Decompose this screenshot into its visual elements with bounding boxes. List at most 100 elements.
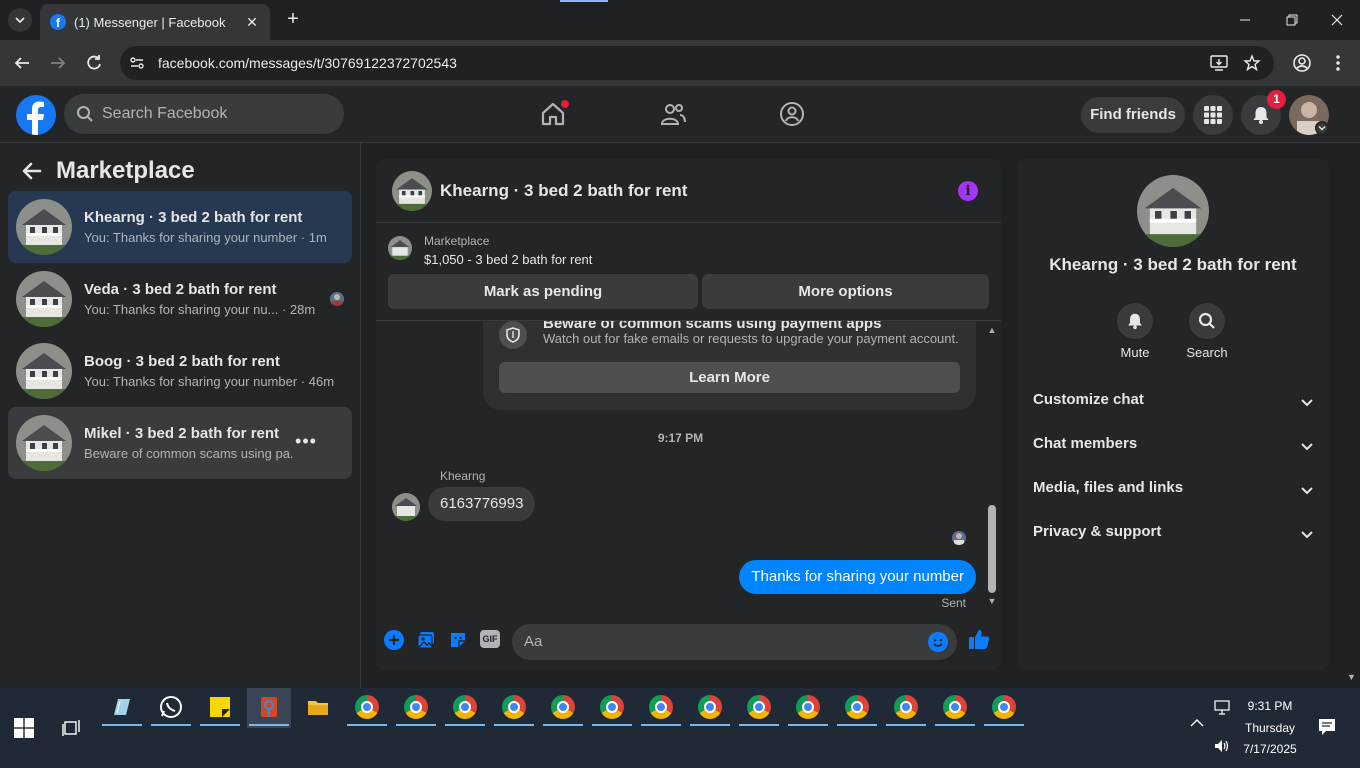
clock-day[interactable]: Thursday	[1238, 721, 1302, 735]
account-chevron-icon[interactable]	[1315, 121, 1329, 135]
conversation-item[interactable]: Veda · 3 bed 2 bath for rent You: Thanks…	[8, 263, 352, 335]
conversation-name: Khearng · 3 bed 2 bath for rent	[84, 209, 303, 226]
facebook-search-bar[interactable]: Search Facebook	[64, 94, 344, 134]
chrome-icon	[943, 695, 967, 719]
tab-title: (1) Messenger | Facebook	[74, 14, 226, 30]
facebook-logo-icon[interactable]	[16, 95, 56, 135]
show-hidden-icons-icon[interactable]	[1190, 718, 1204, 728]
sticker-icon[interactable]	[448, 630, 468, 650]
warning-text: Watch out for fake emails or requests to…	[543, 331, 959, 346]
site-settings-icon[interactable]	[128, 54, 146, 72]
mark-as-pending-button[interactable]: Mark as pending	[388, 274, 698, 309]
message-input[interactable]: Aa	[512, 624, 957, 660]
chat-title[interactable]: Khearng · 3 bed 2 bath for rent	[440, 181, 687, 201]
chat-members-section[interactable]: Chat members	[1033, 435, 1315, 457]
menu-grid-button[interactable]	[1193, 95, 1233, 135]
browser-menu-icon[interactable]	[1330, 53, 1346, 73]
scam-warning-card: Beware of common scams using payment app…	[483, 321, 976, 410]
install-app-icon[interactable]	[1209, 54, 1229, 72]
bookmark-star-icon[interactable]	[1243, 54, 1261, 72]
taskbar-app-file-explorer[interactable]	[296, 688, 340, 728]
groups-icon[interactable]	[778, 100, 806, 128]
tab-close-icon[interactable]: ✕	[244, 14, 260, 31]
url-omnibox[interactable]: facebook.com/messages/t/3076912237270254…	[120, 46, 1274, 80]
conversation-item[interactable]: Khearng · 3 bed 2 bath for rent You: Tha…	[8, 191, 352, 263]
taskbar-app-whatsapp[interactable]	[149, 688, 193, 728]
url-text: facebook.com/messages/t/3076912237270254…	[158, 55, 457, 71]
taskbar-app-chrome[interactable]	[492, 688, 536, 728]
privacy-support-section[interactable]: Privacy & support	[1033, 523, 1315, 545]
back-arrow-icon[interactable]	[20, 159, 44, 183]
thumbs-up-icon[interactable]	[968, 628, 990, 650]
chrome-icon	[453, 695, 477, 719]
back-icon[interactable]	[10, 51, 34, 75]
mute-button[interactable]: Mute	[1105, 303, 1165, 360]
new-tab-button[interactable]: +	[282, 8, 304, 30]
taskbar-app-chrome[interactable]	[933, 688, 977, 728]
taskbar-app-snipping-tool[interactable]	[247, 688, 291, 728]
minimize-icon[interactable]	[1233, 8, 1257, 32]
close-window-icon[interactable]	[1325, 8, 1349, 32]
browser-tab-messenger[interactable]: f (1) Messenger | Facebook ✕	[40, 4, 270, 40]
clock-time[interactable]: 9:31 PM	[1238, 699, 1302, 713]
house-thumbnail	[16, 271, 72, 327]
forward-icon[interactable]	[46, 51, 70, 75]
volume-icon[interactable]	[1213, 738, 1231, 754]
action-center-icon[interactable]	[1318, 718, 1336, 736]
taskbar-app-chrome[interactable]	[394, 688, 438, 728]
task-view-icon[interactable]	[62, 718, 82, 738]
find-friends-button[interactable]: Find friends	[1081, 97, 1185, 133]
house-thumbnail	[16, 415, 72, 471]
taskbar-app-chrome[interactable]	[541, 688, 585, 728]
details-name: Khearng · 3 bed 2 bath for rent	[1049, 255, 1297, 274]
scroll-down-icon[interactable]: ▼	[987, 596, 997, 606]
taskbar-app-chrome[interactable]	[345, 688, 389, 728]
taskbar-app-sticky-notes[interactable]	[198, 688, 242, 728]
taskbar-app-chrome[interactable]	[786, 688, 830, 728]
emoji-icon[interactable]	[928, 632, 948, 652]
taskbar-app-chrome[interactable]	[443, 688, 487, 728]
details-avatar[interactable]	[1137, 175, 1209, 247]
chrome-icon	[502, 695, 526, 719]
windows-start-icon[interactable]	[14, 718, 34, 738]
customize-chat-section[interactable]: Customize chat	[1033, 391, 1315, 413]
plus-circle-icon[interactable]	[384, 630, 404, 650]
friends-icon[interactable]	[659, 100, 687, 128]
sender-avatar[interactable]	[392, 493, 420, 521]
taskbar-app-notepad[interactable]	[100, 688, 144, 728]
outgoing-message[interactable]: Thanks for sharing your number	[739, 560, 976, 594]
more-options-button[interactable]: More options	[702, 274, 989, 309]
conversation-more-button[interactable]: •••	[288, 426, 324, 462]
page-scroll-down-icon[interactable]: ▼	[1347, 672, 1356, 682]
media-files-links-section[interactable]: Media, files and links	[1033, 479, 1315, 501]
listing-title[interactable]: $1,050 - 3 bed 2 bath for rent	[424, 252, 592, 267]
incoming-message[interactable]: 6163776993	[428, 487, 536, 521]
scroll-up-icon[interactable]: ▲	[987, 325, 997, 335]
search-placeholder: Search Facebook	[102, 105, 228, 122]
gif-icon[interactable]: GIF	[480, 630, 500, 648]
taskbar-app-chrome[interactable]	[590, 688, 634, 728]
chat-avatar[interactable]	[392, 170, 432, 211]
restore-icon[interactable]	[1279, 8, 1303, 32]
learn-more-button[interactable]: Learn More	[499, 362, 960, 393]
profile-icon[interactable]	[1292, 53, 1312, 73]
taskbar-app-chrome[interactable]	[835, 688, 879, 728]
tab-search-dropdown[interactable]	[8, 8, 32, 32]
network-icon[interactable]	[1213, 700, 1231, 716]
taskbar-app-chrome[interactable]	[639, 688, 683, 728]
taskbar-app-chrome[interactable]	[737, 688, 781, 728]
taskbar-app-chrome[interactable]	[688, 688, 732, 728]
reload-icon[interactable]	[82, 51, 106, 75]
listing-thumbnail[interactable]	[388, 236, 412, 260]
info-icon[interactable]: i	[958, 181, 978, 201]
taskbar-app-chrome[interactable]	[884, 688, 928, 728]
search-in-chat-button[interactable]: Search	[1177, 303, 1237, 360]
sent-status: Sent	[941, 596, 966, 610]
clock-date[interactable]: 7/17/2025	[1238, 742, 1302, 756]
photo-icon[interactable]	[416, 630, 436, 650]
mute-label: Mute	[1120, 345, 1150, 360]
scrollbar-thumb[interactable]	[988, 505, 996, 593]
conversation-item[interactable]: Boog · 3 bed 2 bath for rent You: Thanks…	[8, 335, 352, 407]
conversation-item[interactable]: Mikel · 3 bed 2 bath for rent Beware of …	[8, 407, 352, 479]
taskbar-app-chrome[interactable]	[982, 688, 1026, 728]
